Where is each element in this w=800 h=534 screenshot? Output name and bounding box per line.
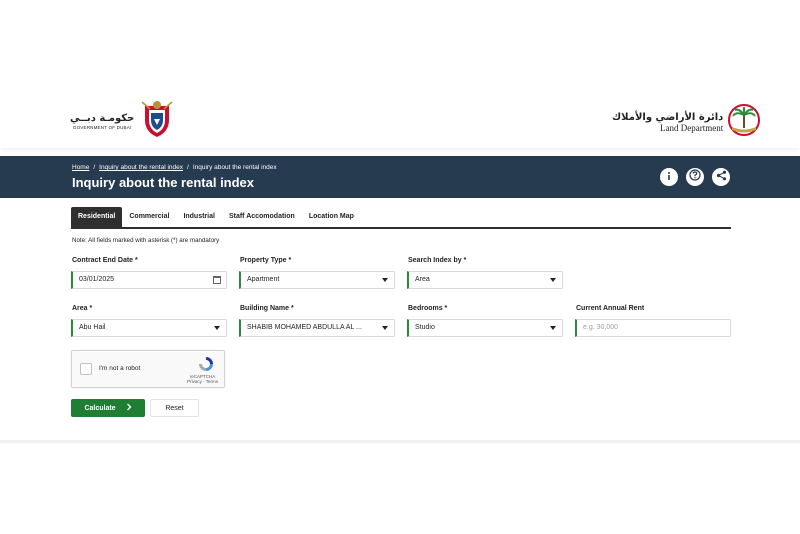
land-department-logo[interactable]: دائرة الأراضي والأملاك Land Department [612, 103, 761, 142]
area-value: Abu Hail [79, 324, 106, 331]
recaptcha-logo-icon [198, 356, 214, 372]
recaptcha-label: I'm not a robot [99, 365, 141, 372]
gov-logo-text: حكومـة دبــي GOVERNMENT OF DUBAI [70, 113, 134, 130]
share-icon [716, 168, 727, 186]
calculate-button[interactable]: Calculate [71, 399, 145, 417]
reset-button[interactable]: Reset [150, 399, 199, 417]
contract-end-date-value: 03/01/2025 [79, 276, 115, 283]
chevron-down-icon [550, 278, 556, 282]
bedrooms-label: Bedrooms * [408, 305, 448, 312]
recaptcha-privacy-terms[interactable]: Privacy - Terms [187, 379, 218, 384]
calendar-icon[interactable] [213, 276, 221, 284]
search-index-by-value: Area [415, 276, 430, 283]
breadcrumb-separator: / [93, 164, 96, 171]
current-annual-rent-placeholder: e.g. 30,000 [583, 324, 619, 331]
info-button[interactable] [660, 168, 678, 186]
chevron-down-icon [550, 326, 556, 330]
dubai-emblem-icon [140, 100, 174, 143]
breadcrumb-separator: / [187, 164, 189, 171]
info-icon [664, 168, 674, 186]
search-index-by-label: Search Index by * [408, 257, 467, 264]
area-select[interactable]: Abu Hail [71, 319, 227, 337]
dld-logo-english: Land Department [660, 123, 724, 133]
category-tabs: Residential Commercial Industrial Staff … [71, 207, 731, 229]
government-of-dubai-logo[interactable]: حكومـة دبــي GOVERNMENT OF DUBAI [70, 100, 174, 143]
chevron-down-icon [382, 326, 388, 330]
chevron-right-icon [126, 403, 132, 413]
breadcrumb-rental-index-link[interactable]: Inquiry about the rental index [99, 164, 183, 171]
calculate-label: Calculate [84, 404, 116, 412]
share-button[interactable] [712, 168, 730, 186]
top-spacer [0, 0, 800, 92]
bedrooms-select[interactable]: Studio [407, 319, 563, 337]
footer-divider [0, 440, 800, 443]
recaptcha-checkbox[interactable] [80, 363, 92, 375]
tab-location-map[interactable]: Location Map [302, 207, 361, 227]
chevron-down-icon [214, 326, 220, 330]
help-button[interactable] [686, 168, 704, 186]
question-mark-icon [689, 168, 701, 186]
dld-logo-arabic: دائرة الأراضي والأملاك [612, 112, 724, 123]
dld-logo-text: دائرة الأراضي والأملاك Land Department [612, 112, 723, 133]
chevron-down-icon [382, 278, 388, 282]
tab-staff-accomodation[interactable]: Staff Accomodation [222, 207, 302, 227]
recaptcha-widget: I'm not a robot reCAPTCHA Privacy - Term… [71, 350, 225, 388]
page-title: Inquiry about the rental index [72, 175, 255, 190]
current-annual-rent-input[interactable]: e.g. 30,000 [575, 319, 731, 337]
recaptcha-brand: reCAPTCHA Privacy - Terms [187, 374, 218, 384]
palm-tree-emblem-icon [727, 103, 761, 142]
contract-end-date-field[interactable]: 03/01/2025 [71, 271, 227, 289]
gov-logo-arabic: حكومـة دبــي [70, 113, 135, 124]
tab-industrial[interactable]: Industrial [176, 207, 222, 227]
breadcrumb-current: Inquiry about the rental index [192, 164, 277, 171]
gov-logo-english: GOVERNMENT OF DUBAI [72, 125, 132, 130]
building-name-label: Building Name * [240, 305, 294, 312]
search-index-by-select[interactable]: Area [407, 271, 563, 289]
breadcrumb-home[interactable]: Home [72, 164, 89, 171]
mandatory-note: Note: All fields marked with asterisk (*… [72, 237, 220, 244]
tab-commercial[interactable]: Commercial [122, 207, 176, 227]
current-annual-rent-label: Current Annual Rent [576, 305, 645, 312]
property-type-value: Apartment [247, 276, 280, 283]
area-label: Area * [72, 305, 93, 312]
bedrooms-value: Studio [415, 324, 435, 331]
property-type-label: Property Type * [240, 257, 292, 264]
building-name-select[interactable]: SHABIB MOHAMED ABDULLA AL ... [239, 319, 395, 337]
contract-end-date-label: Contract End Date * [72, 257, 138, 264]
breadcrumb: Home / Inquiry about the rental index / … [72, 164, 277, 171]
building-name-value: SHABIB MOHAMED ABDULLA AL ... [247, 324, 362, 331]
property-type-select[interactable]: Apartment [239, 271, 395, 289]
tab-residential[interactable]: Residential [71, 207, 123, 227]
